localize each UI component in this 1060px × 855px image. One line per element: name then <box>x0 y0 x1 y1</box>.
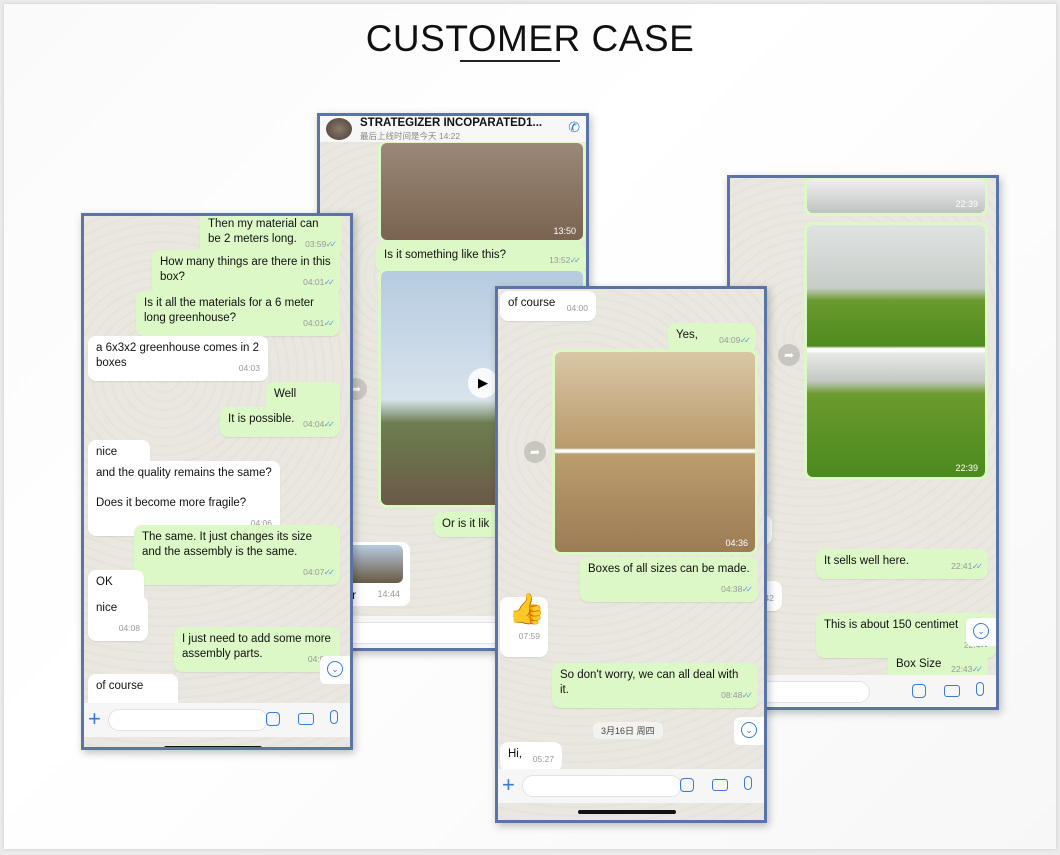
message-input[interactable] <box>522 775 682 797</box>
sticker-icon[interactable] <box>266 712 280 726</box>
timestamp: 04:36 <box>725 538 748 548</box>
contact-avatar[interactable] <box>326 118 352 140</box>
timestamp: 04:03 <box>238 363 260 373</box>
outgoing-message: Is it all the materials for a 6 meter lo… <box>136 291 340 336</box>
timestamp: 22:39 <box>955 463 978 473</box>
incoming-message: a 6x3x2 greenhouse comes in 2 boxes 04:03 <box>88 336 268 381</box>
home-indicator <box>578 810 676 814</box>
message-input-bar: + <box>498 769 764 803</box>
timestamp: 04:01 <box>303 275 332 290</box>
message-text: This is about 150 centimet <box>824 619 959 631</box>
chat-screenshot-4: 22:3922:3922:40s it22:40It sells well he… <box>727 175 999 710</box>
message-input[interactable] <box>108 709 268 731</box>
message-text: Well <box>274 388 297 400</box>
message-text: Or is it lik <box>442 518 490 530</box>
outgoing-message: It is possible. 04:04 <box>220 407 340 437</box>
plus-icon[interactable]: + <box>88 706 101 732</box>
timestamp: 13:52 <box>549 253 578 268</box>
chevron-down-icon: ⌄ <box>741 722 757 738</box>
image-message[interactable]: 04:36 <box>552 349 758 555</box>
message-text: It sells well here. <box>824 555 910 567</box>
timestamp: 04:09 <box>719 333 748 348</box>
microphone-icon[interactable] <box>744 776 752 790</box>
scroll-down-button[interactable]: ⌄ <box>966 618 996 646</box>
timestamp: 04:38 <box>721 582 750 597</box>
camera-icon[interactable] <box>712 779 728 791</box>
timestamp: 14:44 <box>377 589 400 599</box>
add-call-icon[interactable]: ✆ <box>568 119 580 136</box>
incoming-message: nice 04:08 <box>88 596 148 641</box>
incoming-message: of course 04:00 <box>500 291 596 321</box>
message-input-bar: + <box>84 703 350 737</box>
message-text: of course <box>96 680 144 692</box>
timestamp: 04:01 <box>303 316 332 331</box>
timestamp: 22:39 <box>955 199 978 209</box>
message-input-bar: + <box>730 675 996 707</box>
timestamp: 04:08 <box>118 623 140 633</box>
incoming-message: 👍 07:59 <box>500 595 548 657</box>
timestamp: 13:50 <box>553 226 576 236</box>
message-text: Then my material can be 2 meters long. <box>208 218 319 245</box>
message-text: So don't worry, we can all deal with it. <box>560 669 739 696</box>
message-text: It is possible. <box>228 413 295 425</box>
message-text: a 6x3x2 greenhouse comes in 2 boxes <box>96 342 260 369</box>
timestamp: 04:07 <box>303 565 332 580</box>
chat-screenshot-1: Then my material can be 2 meters long. 03… <box>81 213 353 750</box>
message-text: Boxes of all sizes can be made. <box>588 563 750 575</box>
message-text: nice <box>96 446 118 458</box>
forward-icon[interactable]: ➦ <box>524 441 546 463</box>
incoming-message: Hi, 05:27 <box>500 742 562 772</box>
outgoing-message: The same. It just changes its size and t… <box>134 525 340 585</box>
camera-icon[interactable] <box>944 685 960 697</box>
message-text: The same. It just changes its size and t… <box>142 531 313 558</box>
sticker-icon[interactable] <box>912 684 926 698</box>
last-seen-status: 最后上线时间是今天 14:22 <box>360 131 461 141</box>
photo <box>807 225 985 477</box>
image-message[interactable]: 13:50 <box>378 140 586 243</box>
message-text: OK <box>96 576 113 588</box>
message-text: nice <box>96 602 118 614</box>
message-text: of course <box>508 297 556 309</box>
message-text: Hi, <box>508 748 523 760</box>
sticker-icon[interactable] <box>680 778 694 792</box>
timestamp: 04:00 <box>566 303 588 313</box>
timestamp: 08:48 <box>721 688 750 703</box>
photo <box>555 352 755 552</box>
message-text: Yes, <box>676 329 698 341</box>
image-message[interactable]: 22:39 <box>804 178 988 216</box>
message-text: Is it all the materials for a 6 meter lo… <box>144 297 315 324</box>
date-separator: 3月16日 周四 <box>593 722 663 739</box>
outgoing-message: How many things are there in this box? 04… <box>152 250 340 295</box>
title-underline <box>460 60 560 62</box>
timestamp: 07:59 <box>518 631 540 641</box>
scroll-down-button[interactable]: ⌄ <box>734 717 764 745</box>
outgoing-message: So don't worry, we can all deal with it.… <box>552 663 758 708</box>
outgoing-message: Boxes of all sizes can be made. 04:38 <box>580 557 758 602</box>
message-text: Is it something like this? <box>384 249 507 261</box>
outgoing-message: I just need to add some more assembly pa… <box>174 627 340 672</box>
outgoing-message: It sells well here. 22:41 <box>816 549 988 579</box>
forward-icon[interactable]: ➦ <box>778 344 800 366</box>
camera-icon[interactable] <box>298 713 314 725</box>
message-text: 👍 <box>508 593 546 626</box>
chat-header: STRATEGIZER INCOPARATED1... 最后上线时间是今天 14:… <box>320 116 586 142</box>
contact-name[interactable]: STRATEGIZER INCOPARATED1... <box>360 117 542 129</box>
plus-icon[interactable]: + <box>502 772 515 798</box>
timestamp: 04:04 <box>303 417 332 432</box>
image-message[interactable]: 22:39 <box>804 222 988 480</box>
home-indicator <box>164 746 262 747</box>
scroll-down-button[interactable]: ⌄ <box>320 656 350 684</box>
message-text: and the quality remains the same? Does i… <box>96 467 272 509</box>
message-text: Box Size <box>896 658 942 670</box>
microphone-icon[interactable] <box>330 710 338 724</box>
timestamp: 05:27 <box>532 754 554 764</box>
play-icon[interactable]: ▶ <box>468 368 498 398</box>
timestamp: 22:41 <box>951 559 980 574</box>
chevron-down-icon: ⌄ <box>327 661 343 677</box>
chevron-down-icon: ⌄ <box>973 623 989 639</box>
chat-screenshot-3: of course 04:00 Yes, 04:09 04:36 Boxes of all… <box>495 286 767 823</box>
microphone-icon[interactable] <box>976 682 984 696</box>
page-title: CUSTOMER CASE <box>365 18 695 59</box>
